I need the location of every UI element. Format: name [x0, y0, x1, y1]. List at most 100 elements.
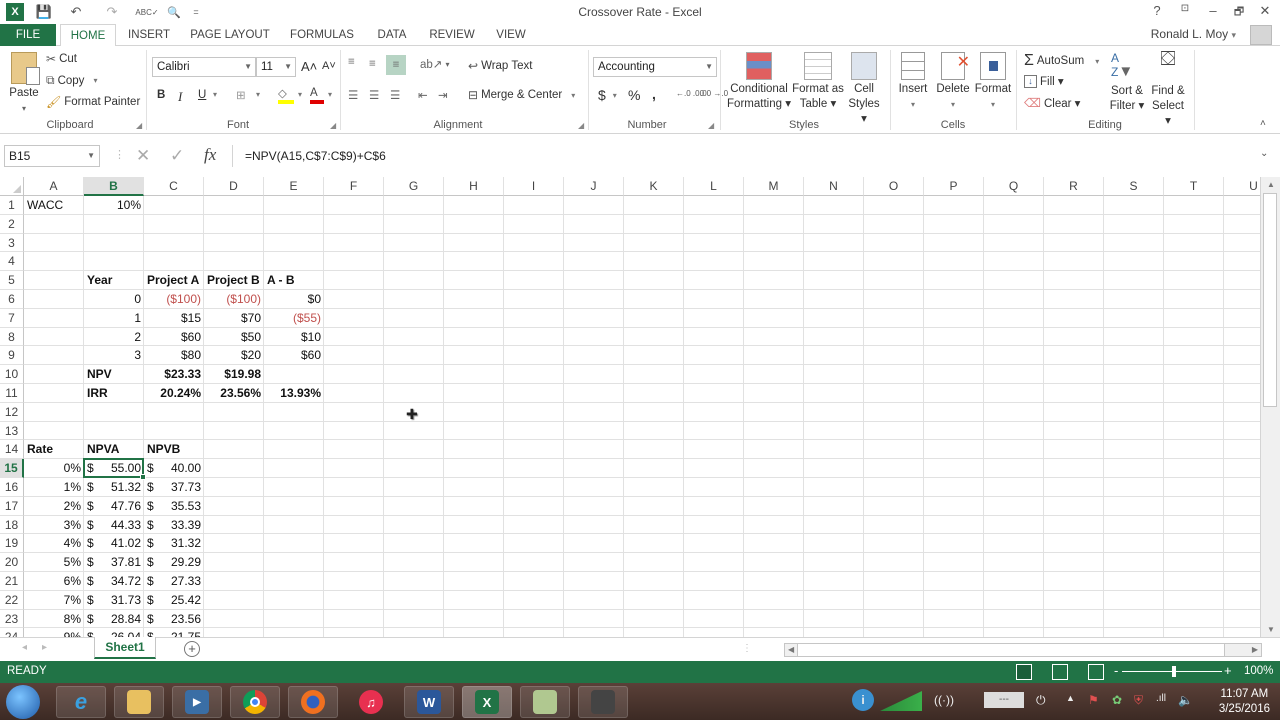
cell-b14[interactable]: NPVA	[84, 440, 144, 459]
rate-cell[interactable]: 5%	[24, 553, 84, 572]
taskbar-chrome[interactable]	[230, 686, 280, 718]
tab-data[interactable]: DATA	[370, 24, 414, 46]
npvb-cell[interactable]: $23.56	[144, 610, 204, 629]
cell-c10[interactable]: $23.33	[144, 365, 204, 384]
taskbar-excel[interactable]: X	[462, 686, 512, 718]
cancel-icon[interactable]: ✕	[136, 146, 150, 166]
row-header-20[interactable]: 20	[0, 553, 24, 572]
bold-button[interactable]: B	[157, 89, 165, 101]
npvb-cell[interactable]: $29.29	[144, 553, 204, 572]
cut-button[interactable]: ✂ Cut	[46, 52, 77, 66]
select-all-button[interactable]	[0, 177, 24, 196]
user-account[interactable]: Ronald L. Moy ▾	[1151, 27, 1236, 41]
cell-e7[interactable]: ($55)	[264, 309, 324, 328]
cell-c6[interactable]: ($100)	[144, 290, 204, 309]
cell-b11[interactable]: IRR	[84, 384, 144, 403]
column-header-h[interactable]: H	[444, 177, 504, 196]
drag-handle-icon[interactable]: ⋮	[114, 148, 125, 161]
row-header-9[interactable]: 9	[0, 346, 24, 366]
align-bottom-icon[interactable]: ≡	[386, 55, 406, 75]
rate-cell[interactable]: 8%	[24, 610, 84, 629]
normal-view-icon[interactable]	[1016, 664, 1032, 680]
shrink-font-button[interactable]: A˅	[322, 60, 336, 72]
cell-a1[interactable]: WACC	[24, 196, 84, 215]
npvb-cell[interactable]: $37.73	[144, 478, 204, 497]
page-layout-view-icon[interactable]	[1052, 664, 1068, 680]
volume-icon[interactable]: 🔈	[1178, 693, 1193, 707]
align-left-icon[interactable]: ☰	[348, 88, 358, 102]
tab-split-handle[interactable]: ⋮	[742, 643, 752, 654]
column-header-b[interactable]: B	[84, 177, 144, 196]
rate-cell[interactable]: 3%	[24, 516, 84, 535]
vertical-scroll-thumb[interactable]	[1263, 193, 1277, 407]
align-middle-icon[interactable]: ≡	[369, 58, 376, 70]
cell-b7[interactable]: 1	[84, 309, 144, 328]
column-header-s[interactable]: S	[1104, 177, 1164, 196]
tab-file[interactable]: FILE	[0, 24, 56, 46]
increase-indent-icon[interactable]: ⇥	[438, 88, 448, 102]
signal-strength-icon[interactable]	[880, 691, 922, 711]
npvb-cell[interactable]: $35.53	[144, 497, 204, 516]
column-header-e[interactable]: E	[264, 177, 324, 196]
taskbar-notes[interactable]	[520, 686, 570, 718]
row-header-17[interactable]: 17	[0, 496, 24, 516]
row-header-22[interactable]: 22	[0, 590, 24, 610]
copy-button[interactable]: ⧉ Copy ▾	[46, 73, 97, 88]
cell-c11[interactable]: 20.24%	[144, 384, 204, 403]
network-bars-icon[interactable]: .ıll	[1156, 693, 1166, 704]
scroll-left-icon[interactable]: ◀	[788, 645, 794, 654]
row-header-5[interactable]: 5	[0, 271, 24, 290]
sync-icon[interactable]: ✿	[1112, 693, 1122, 707]
npva-cell[interactable]: $31.73	[84, 591, 144, 610]
column-header-d[interactable]: D	[204, 177, 264, 196]
cell-e11[interactable]: 13.93%	[264, 384, 324, 403]
row-header-19[interactable]: 19	[0, 534, 24, 554]
collapse-ribbon-icon[interactable]: ˄	[1260, 118, 1266, 129]
font-color-icon[interactable]: A	[310, 86, 324, 104]
column-header-q[interactable]: Q	[984, 177, 1044, 196]
battery-icon[interactable]: ---	[984, 692, 1024, 708]
wrap-text-button[interactable]: ↩ Wrap Text	[468, 59, 532, 73]
scroll-up-icon[interactable]: ▲	[1267, 180, 1275, 189]
cell-d10[interactable]: $19.98	[204, 365, 264, 384]
npva-cell[interactable]: $37.81	[84, 553, 144, 572]
decrease-indent-icon[interactable]: ⇤	[418, 88, 428, 102]
cell-e8[interactable]: $10	[264, 328, 324, 347]
column-header-i[interactable]: I	[504, 177, 564, 196]
rate-cell[interactable]: 7%	[24, 591, 84, 610]
minimize-icon[interactable]: –	[1202, 3, 1224, 21]
insert-cells-button[interactable]: Insert ▾	[894, 52, 932, 112]
restore-icon[interactable]: 🗗	[1228, 3, 1250, 21]
tab-view[interactable]: VIEW	[490, 24, 532, 46]
cell-b1[interactable]: 10%	[84, 196, 144, 215]
row-header-2[interactable]: 2	[0, 214, 24, 234]
zoom-level[interactable]: 100%	[1244, 665, 1273, 677]
expand-formula-bar-icon[interactable]: ⌄	[1260, 148, 1268, 159]
cell-c7[interactable]: $15	[144, 309, 204, 328]
npva-cell[interactable]: $44.33	[84, 516, 144, 535]
row-header-8[interactable]: 8	[0, 327, 24, 347]
horizontal-scroll-thumb[interactable]	[797, 644, 1225, 656]
cell-c5[interactable]: Project A	[144, 271, 204, 290]
start-button[interactable]	[6, 685, 40, 719]
fill-button[interactable]: ↓ Fill ▾	[1024, 74, 1064, 88]
row-header-11[interactable]: 11	[0, 384, 24, 403]
help-icon[interactable]: ?	[1146, 3, 1168, 21]
column-header-c[interactable]: C	[144, 177, 204, 196]
enter-icon[interactable]: ✓	[170, 146, 184, 166]
show-hidden-icons[interactable]: ▲	[1066, 693, 1075, 703]
column-header-f[interactable]: F	[324, 177, 384, 196]
column-header-j[interactable]: J	[564, 177, 624, 196]
row-header-13[interactable]: 13	[0, 421, 24, 441]
number-format-dropdown[interactable]: Accounting ▼	[593, 57, 717, 77]
alignment-launcher-icon[interactable]: ◢	[578, 121, 584, 130]
format-cells-button[interactable]: Format ▾	[972, 52, 1014, 112]
cell-b9[interactable]: 3	[84, 346, 144, 365]
delete-cells-button[interactable]: ✕ Delete ▾	[934, 52, 972, 112]
wireless-icon[interactable]: ((·))	[934, 693, 954, 707]
row-header-12[interactable]: 12	[0, 402, 24, 422]
column-header-m[interactable]: M	[744, 177, 804, 196]
font-launcher-icon[interactable]: ◢	[330, 121, 336, 130]
action-center-icon[interactable]: ⚑	[1088, 693, 1099, 707]
grow-font-button[interactable]: A˄	[301, 59, 317, 74]
